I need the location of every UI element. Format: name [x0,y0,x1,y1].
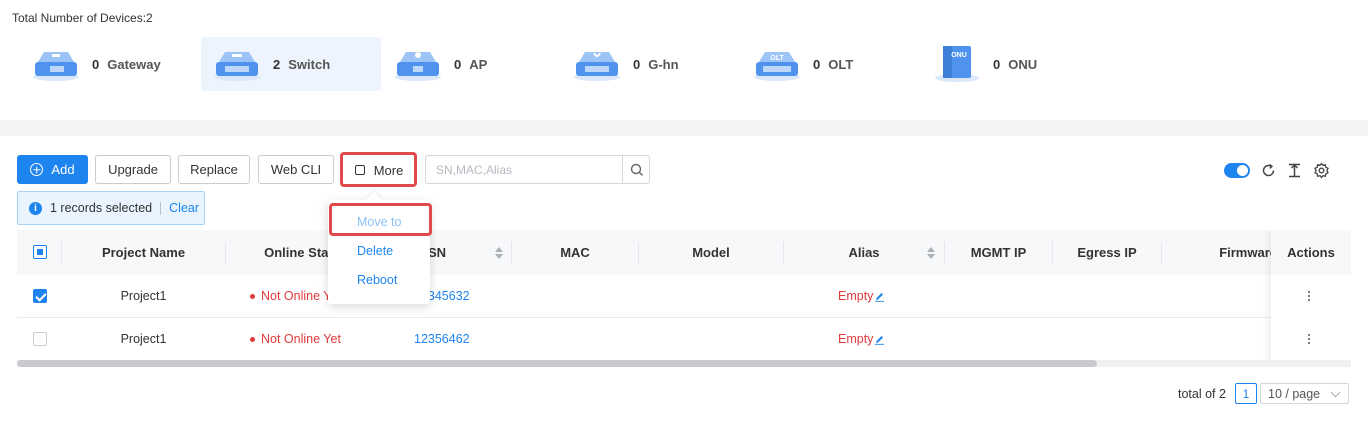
row-alias[interactable]: Empty [838,318,928,360]
device-table: Project Name Online Status SN MAC Model … [17,230,1351,367]
status-dot [250,336,255,342]
page-size-select[interactable]: 10 / page [1260,383,1349,404]
sn-sort-icon[interactable] [495,247,503,259]
upgrade-button[interactable]: Upgrade [95,155,171,184]
col-alias[interactable]: Alias [784,230,944,275]
row-alias-text: Empty [838,332,874,346]
gateway-count: 0 [92,56,100,72]
menu-item-reboot[interactable]: Reboot [328,265,430,294]
row-more-actions-icon[interactable] [1308,334,1311,346]
col-mac[interactable]: MAC [512,230,638,275]
horizontal-scrollbar[interactable] [17,360,1351,367]
row-checkbox[interactable] [33,332,47,346]
add-button[interactable]: Add [17,155,88,184]
ap-label: AP [469,56,488,72]
scrollbar-thumb[interactable] [17,360,1097,367]
device-total-title: Total Number of Devices:2 [12,11,153,25]
col-mgmt-ip[interactable]: MGMT IP [945,230,1052,275]
search-button[interactable] [622,155,650,184]
gateway-label: Gateway [107,56,161,72]
edit-icon [875,292,885,302]
col-actions: Actions [1271,230,1351,275]
col-egress-ip[interactable]: Egress IP [1053,230,1161,275]
table-row[interactable]: Project1 Not Online Yet 12345632 Empty [17,275,1351,318]
select-all-checkbox[interactable] [33,245,47,259]
add-button-label: Add [51,162,75,177]
section-divider [0,120,1368,136]
search-icon [630,163,643,176]
actions-column: Actions [1271,230,1351,367]
onu-icon-badge: ONU [951,52,967,59]
page-size-value: 10 / page [1268,386,1321,401]
col-firmware[interactable]: Firmware [1177,230,1277,275]
row-checkbox[interactable] [33,289,47,303]
olt-label: OLT [828,56,854,72]
row-sn-link[interactable]: 12356462 [414,318,504,360]
device-summary: Total Number of Devices:2 0 Gateway 2 Sw… [0,0,1368,120]
gateway-icon [32,44,80,84]
auto-refresh-toggle[interactable] [1224,163,1250,178]
row-online-status: Not Online Yet [250,318,390,360]
onu-icon: ONU [933,44,981,84]
row-more-actions-icon[interactable] [1308,291,1311,303]
refresh-icon[interactable] [1260,162,1277,179]
row-project: Project1 [120,289,167,303]
row-status-text: Not Online Yet [261,332,341,346]
pagination-total: total of 2 [1178,387,1226,401]
ap-icon [394,44,442,84]
device-type-ghn[interactable]: 0 G-hn [541,37,721,91]
table-header: Project Name Online Status SN MAC Model … [17,230,1351,275]
search-input[interactable] [425,155,623,184]
plus-circle-icon [30,163,44,176]
menu-item-delete[interactable]: Delete [328,236,430,265]
onu-label: ONU [1008,56,1038,72]
selection-count-text: 1 records selected [50,201,153,215]
table-row[interactable]: Project1 Not Online Yet 12356462 Empty [17,318,1351,361]
row-alias-text: Empty [838,289,874,303]
move-to-highlight [329,203,432,236]
olt-count: 0 [813,56,821,72]
ghn-icon [573,44,621,84]
switch-label: Switch [288,56,331,72]
upgrade-button-label: Upgrade [108,162,158,177]
col-project-name[interactable]: Project Name [62,230,225,275]
export-icon[interactable] [1286,162,1303,179]
ghn-label: G-hn [648,56,679,72]
web-cli-button[interactable]: Web CLI [258,155,334,184]
device-type-switch[interactable]: 2 Switch [201,37,381,91]
row-alias[interactable]: Empty [838,275,928,317]
replace-button-label: Replace [190,162,238,177]
status-dot [250,293,255,299]
olt-icon-badge: OLT [770,55,784,62]
more-button-highlight [340,152,417,187]
olt-icon: OLT [753,44,801,84]
page-number-button[interactable]: 1 [1235,383,1257,404]
clear-selection-link[interactable]: Clear [169,201,199,215]
selection-separator [160,201,162,215]
info-icon: i [29,201,42,215]
col-model[interactable]: Model [639,230,783,275]
replace-button[interactable]: Replace [178,155,250,184]
row-project: Project1 [120,332,167,346]
selection-info-bar: i 1 records selected Clear [17,191,205,225]
edit-icon [875,335,885,345]
ap-count: 0 [454,56,462,72]
gear-icon[interactable] [1313,162,1330,179]
device-type-onu[interactable]: ONU 0 ONU [901,37,1081,91]
chevron-down-icon [1330,387,1341,398]
switch-count: 2 [273,56,281,72]
device-type-ap[interactable]: 0 AP [362,37,542,91]
ghn-count: 0 [633,56,641,72]
device-type-olt[interactable]: OLT 0 OLT [721,37,901,91]
switch-icon [213,44,261,84]
device-type-gateway[interactable]: 0 Gateway [0,37,180,91]
alias-sort-icon[interactable] [927,247,935,259]
onu-count: 0 [993,56,1001,72]
web-cli-button-label: Web CLI [270,162,322,177]
